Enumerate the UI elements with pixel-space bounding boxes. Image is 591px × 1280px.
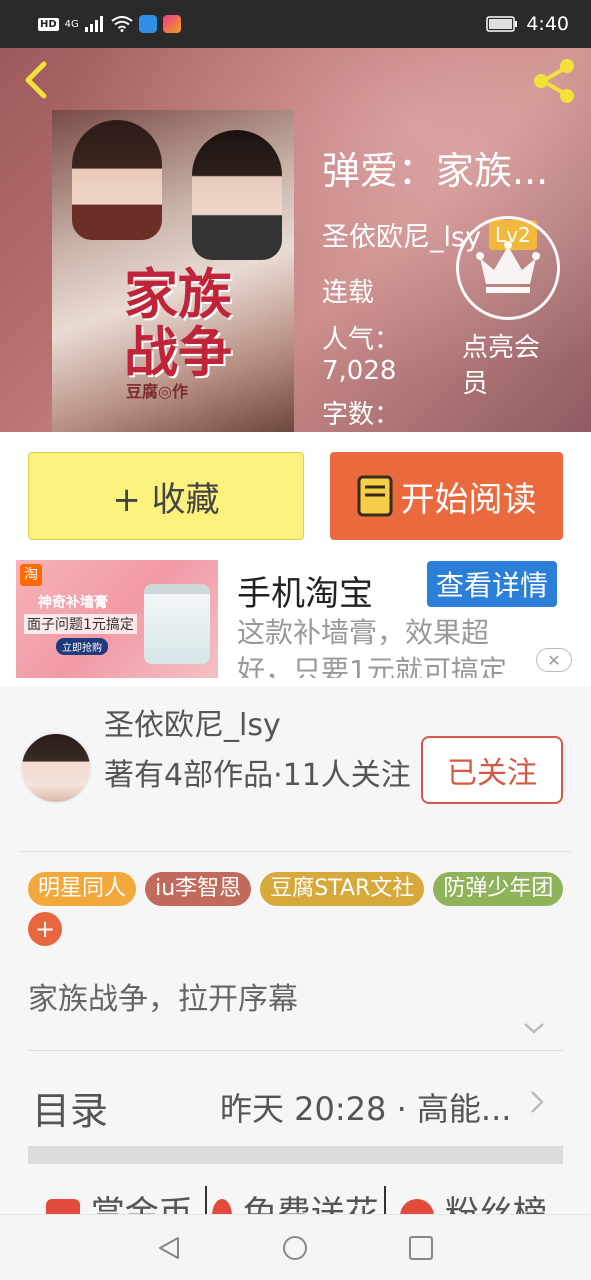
reward-label: 赏金币	[90, 1194, 193, 1216]
cover-author: 豆腐◎作	[126, 382, 188, 401]
network-type: 4G	[64, 18, 79, 30]
chevron-left-icon	[25, 61, 47, 99]
book-icon	[357, 475, 392, 517]
fans-ranking-button[interactable]: 粉丝榜	[400, 1186, 547, 1216]
ad-description[interactable]: 这款补墙膏，效果超好，只要1元就可搞定	[237, 614, 537, 678]
start-reading-label: 开始阅读	[400, 479, 537, 520]
start-reading-button[interactable]: 开始阅读	[330, 452, 563, 540]
ad-close-button[interactable]: ✕	[536, 648, 572, 672]
status-left: HD 4G	[38, 15, 181, 33]
tag-chip[interactable]: 防弹少年团	[433, 872, 564, 906]
app-icon-2	[162, 15, 181, 33]
nav-back-icon[interactable]	[156, 1235, 182, 1261]
follow-button[interactable]: 已关注	[421, 736, 563, 804]
author-section-name[interactable]: 圣依欧尼_lsy	[104, 700, 281, 744]
cover-title-line2: 战争	[124, 320, 232, 384]
ad-image-line1: 神奇补墙膏	[38, 595, 108, 611]
ad-image[interactable]: 淘 神奇补墙膏 面子问题1元搞定 立即抢购	[16, 560, 218, 678]
nav-recent-icon[interactable]	[408, 1235, 434, 1261]
product-jar	[144, 584, 210, 664]
collect-button[interactable]: + 收藏	[28, 452, 304, 540]
add-tag-button[interactable]: +	[28, 912, 62, 946]
tag-chip[interactable]: 明星同人	[28, 872, 137, 906]
bottom-action-row: 赏金币 免费送花 粉丝榜	[0, 1186, 591, 1216]
book-cover[interactable]: 家族 战争 豆腐◎作	[52, 110, 294, 432]
fans-label: 粉丝榜	[444, 1194, 547, 1216]
cover-figure-right	[192, 130, 282, 260]
chevron-right-icon[interactable]	[528, 1088, 546, 1116]
battery-icon	[486, 16, 518, 32]
vip-label: 点亮会员	[462, 333, 541, 399]
send-flower-button[interactable]: 免费送花	[212, 1186, 379, 1216]
chevron-down-icon[interactable]	[522, 1020, 546, 1036]
back-button[interactable]	[18, 60, 58, 100]
divider	[28, 1050, 563, 1051]
vip-badge	[456, 216, 560, 320]
ad-title[interactable]: 手机淘宝	[237, 566, 373, 615]
system-nav-bar	[0, 1214, 591, 1280]
app-icon-1	[138, 15, 157, 33]
share-button[interactable]	[529, 56, 579, 106]
crown-icon	[476, 241, 540, 293]
tag-chip[interactable]: iu李智恩	[145, 872, 252, 906]
avatar[interactable]	[20, 732, 92, 804]
taobao-icon: 淘	[20, 564, 42, 586]
hd-indicator: HD	[38, 17, 59, 31]
toc-latest-update[interactable]: 昨天 20:28 · 高能...	[220, 1084, 520, 1130]
author-stats: 著有4部作品·11人关注	[104, 758, 411, 793]
wifi-icon	[111, 16, 133, 32]
book-intro[interactable]: 家族战争，拉开序幕	[28, 974, 298, 1018]
share-icon	[534, 59, 574, 103]
status-right: 4:40	[486, 13, 569, 35]
ad-details-button[interactable]: 查看详情	[427, 561, 557, 607]
divider	[20, 851, 571, 852]
nav-home-icon[interactable]	[282, 1235, 308, 1261]
toc-label[interactable]: 目录	[32, 1080, 108, 1135]
book-header: 家族 战争 豆腐◎作 弹爱：家族... 圣依欧尼_lsy Lv2 连载 人气： …	[0, 48, 591, 432]
section-separator	[28, 1146, 563, 1164]
divider	[384, 1186, 386, 1216]
book-title: 弹爱：家族...	[322, 149, 549, 193]
signal-icon	[84, 16, 103, 32]
status-bar: HD 4G 4:40	[0, 0, 591, 48]
tag-chip[interactable]: 豆腐STAR文社	[260, 872, 425, 906]
clock: 4:40	[526, 13, 569, 35]
author-section: 圣依欧尼_lsy 著有4部作品·11人关注 已关注 明星同人 iu李智恩 豆腐S…	[0, 686, 591, 1216]
vip-button[interactable]: 点亮会员	[456, 216, 560, 402]
divider	[205, 1186, 207, 1216]
ad-image-cta: 立即抢购	[56, 638, 108, 655]
reward-coins-button[interactable]: 赏金币	[46, 1186, 193, 1216]
flower-label: 免费送花	[242, 1194, 379, 1216]
cover-figure-left	[72, 120, 162, 240]
tag-list: 明星同人 iu李智恩 豆腐STAR文社 防弹少年团 +	[28, 872, 568, 946]
ad-image-line2: 面子问题1元搞定	[24, 614, 137, 634]
